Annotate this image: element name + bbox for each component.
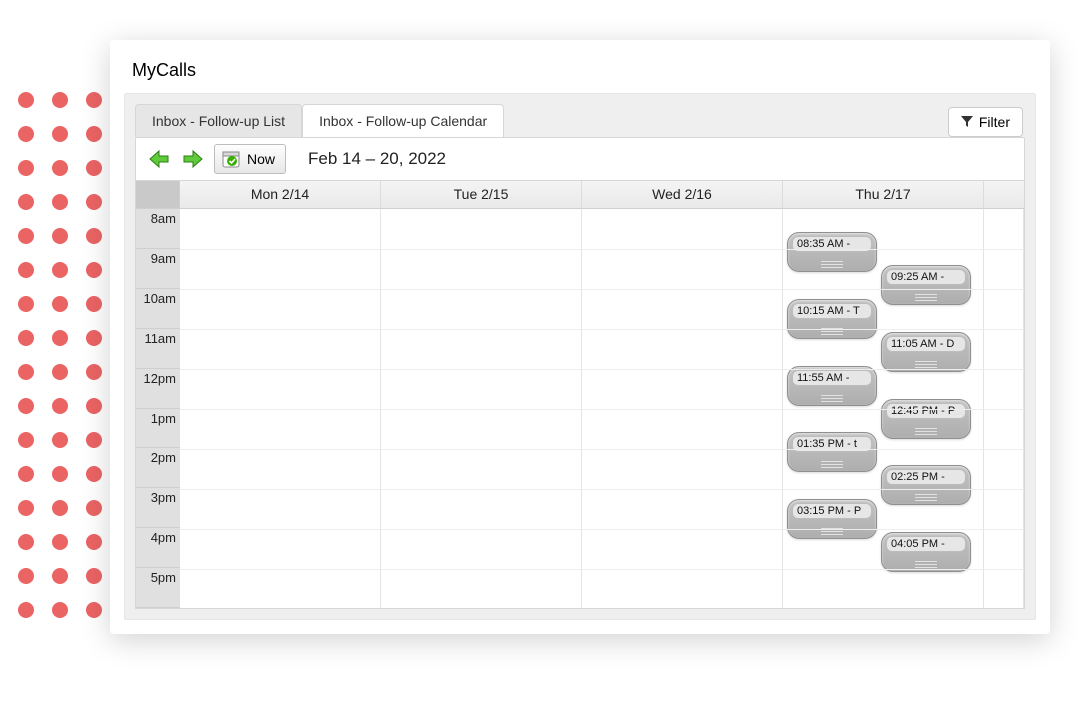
tab-label: Inbox - Follow-up List bbox=[152, 113, 285, 129]
page-title: MyCalls bbox=[110, 40, 1050, 93]
event-time-label: 09:25 AM - bbox=[886, 269, 966, 285]
day-header-wed: Wed 2/16 bbox=[582, 181, 783, 209]
now-button[interactable]: Now bbox=[214, 144, 286, 174]
event-time-label: 11:55 AM - bbox=[792, 370, 872, 386]
time-label: 1pm bbox=[136, 409, 180, 449]
tab-followup-list[interactable]: Inbox - Follow-up List bbox=[135, 104, 302, 137]
time-label: 9am bbox=[136, 249, 180, 289]
calendar-toolbar: Now Feb 14 – 20, 2022 bbox=[135, 137, 1025, 181]
day-header-fri-cut bbox=[984, 181, 1024, 209]
filter-label: Filter bbox=[979, 114, 1010, 130]
calendar-event[interactable]: 02:25 PM - bbox=[881, 465, 971, 505]
drag-handle-icon bbox=[915, 428, 937, 435]
calendar-event[interactable]: 09:25 AM - bbox=[881, 265, 971, 305]
arrow-left-icon bbox=[148, 149, 170, 169]
date-range: Feb 14 – 20, 2022 bbox=[308, 149, 446, 169]
day-header-tue: Tue 2/15 bbox=[381, 181, 582, 209]
event-time-label: 10:15 AM - T bbox=[792, 303, 872, 319]
day-header-mon: Mon 2/14 bbox=[180, 181, 381, 209]
filter-button[interactable]: Filter bbox=[948, 107, 1023, 137]
calendar-event[interactable]: 04:05 PM - bbox=[881, 532, 971, 572]
mycalls-panel: MyCalls Inbox - Follow-up List Inbox - F… bbox=[110, 40, 1050, 634]
prev-week-button[interactable] bbox=[146, 148, 172, 170]
now-label: Now bbox=[247, 151, 275, 167]
calendar-check-icon bbox=[221, 149, 241, 169]
day-header-thu: Thu 2/17 bbox=[783, 181, 984, 209]
event-time-label: 12:45 PM - P bbox=[886, 403, 966, 419]
event-time-label: 04:05 PM - bbox=[886, 536, 966, 552]
time-label: 2pm bbox=[136, 448, 180, 488]
time-column-header bbox=[136, 181, 180, 209]
drag-handle-icon bbox=[915, 494, 937, 501]
time-label: 3pm bbox=[136, 488, 180, 528]
tab-label: Inbox - Follow-up Calendar bbox=[319, 113, 487, 129]
calendar-event[interactable]: 11:55 AM - bbox=[787, 366, 877, 406]
filter-icon bbox=[961, 116, 973, 128]
next-week-button[interactable] bbox=[180, 148, 206, 170]
event-time-label: 02:25 PM - bbox=[886, 469, 966, 485]
event-time-label: 11:05 AM - D bbox=[886, 336, 966, 352]
drag-handle-icon bbox=[821, 261, 843, 268]
calendar-event[interactable]: 03:15 PM - P bbox=[787, 499, 877, 539]
tabs-row: Inbox - Follow-up List Inbox - Follow-up… bbox=[125, 94, 1035, 137]
calendar-event[interactable]: 11:05 AM - D bbox=[881, 332, 971, 372]
time-column: 8am9am10am11am12pm1pm2pm3pm4pm5pm bbox=[136, 209, 180, 608]
drag-handle-icon bbox=[915, 294, 937, 301]
time-label: 8am bbox=[136, 209, 180, 249]
decorative-dots bbox=[18, 92, 102, 618]
day-columns: 08:35 AM - 09:25 AM - 10:15 AM - T 11:05 … bbox=[180, 209, 1024, 608]
time-label: 11am bbox=[136, 329, 180, 369]
time-label: 5pm bbox=[136, 568, 180, 608]
workspace: Inbox - Follow-up List Inbox - Follow-up… bbox=[124, 93, 1036, 620]
day-header-row: Mon 2/14 Tue 2/15 Wed 2/16 Thu 2/17 bbox=[135, 181, 1025, 209]
time-label: 12pm bbox=[136, 369, 180, 409]
drag-handle-icon bbox=[915, 361, 937, 368]
calendar-event[interactable]: 10:15 AM - T bbox=[787, 299, 877, 339]
event-time-label: 03:15 PM - P bbox=[792, 503, 872, 519]
drag-handle-icon bbox=[915, 561, 937, 568]
calendar-event[interactable]: 08:35 AM - bbox=[787, 232, 877, 272]
drag-handle-icon bbox=[821, 395, 843, 402]
calendar-grid: 8am9am10am11am12pm1pm2pm3pm4pm5pm 08:35 … bbox=[135, 209, 1025, 609]
time-label: 10am bbox=[136, 289, 180, 329]
tab-followup-calendar[interactable]: Inbox - Follow-up Calendar bbox=[302, 104, 504, 137]
calendar-event[interactable]: 12:45 PM - P bbox=[881, 399, 971, 439]
calendar-event[interactable]: 01:35 PM - t bbox=[787, 432, 877, 472]
drag-handle-icon bbox=[821, 461, 843, 468]
arrow-right-icon bbox=[182, 149, 204, 169]
time-label: 4pm bbox=[136, 528, 180, 568]
